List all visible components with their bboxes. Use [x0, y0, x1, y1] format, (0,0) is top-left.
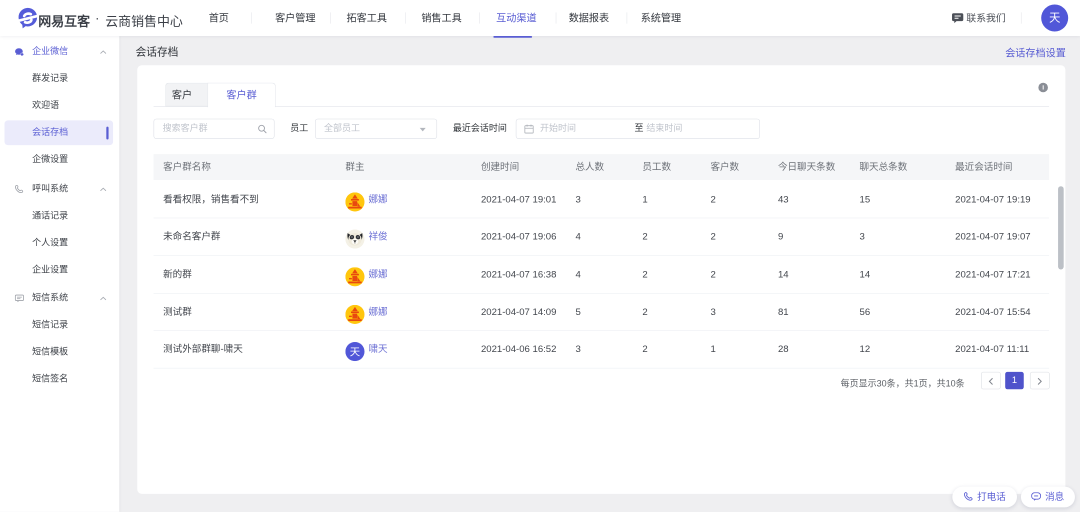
svg-text:天: 天	[350, 348, 361, 359]
